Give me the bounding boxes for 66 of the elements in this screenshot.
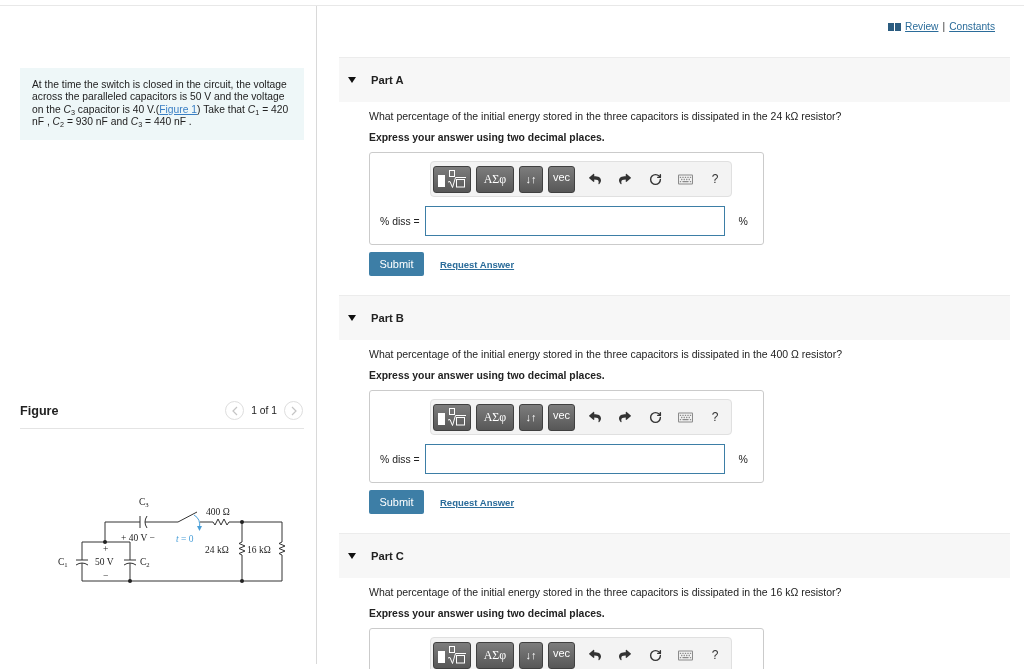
- problem-statement: At the time the switch is closed in the circuit, the voltage across the paralleled capacitors is 50 V and the voltage on the C$_{3}$ capacitor is 40 V.(Figure 1) Take that C$_{1}$ = 420 nF , C$_{2}$ = 930 nF and C$_{3}$ = 440 nF .: [20, 68, 304, 140]
- answer-instruction: Express your answer using two decimal places.: [369, 607, 606, 620]
- circuit-label: +: [103, 543, 109, 554]
- symbols-button[interactable]: ΑΣφ: [476, 403, 514, 431]
- reset-icon: [648, 172, 662, 186]
- template-icon: [437, 645, 467, 665]
- circuit-label: C$_{2}$: [140, 556, 150, 567]
- vector-button[interactable]: vec: [548, 403, 575, 431]
- request-answer-link[interactable]: Request Answer: [440, 496, 515, 508]
- help-button[interactable]: ?: [705, 644, 725, 666]
- circuit-label: t = 0: [176, 533, 194, 544]
- circuit-label: C$_{1}$: [58, 556, 68, 567]
- templates-button[interactable]: [433, 165, 471, 193]
- circuit-label: C$_{3}$: [139, 496, 149, 507]
- request-answer-link[interactable]: Request Answer: [440, 258, 515, 270]
- answer-field[interactable]: [424, 206, 725, 236]
- symbols-button[interactable]: ΑΣφ: [476, 641, 514, 669]
- review-link[interactable]: Review: [888, 21, 939, 33]
- submit-button[interactable]: Submit: [369, 490, 424, 514]
- unit-label: %: [738, 453, 748, 465]
- answer-field[interactable]: [424, 444, 725, 474]
- link-separator: |: [942, 21, 946, 33]
- page-counter: 1 of 1: [251, 405, 277, 417]
- arrows-button[interactable]: ↓↑: [519, 165, 543, 193]
- constants-link[interactable]: Constants: [949, 21, 995, 33]
- answer-instruction: Express your answer using two decimal places.: [369, 131, 606, 144]
- question-text: What percentage of the initial energy stored in the three capacitors is dissipated in the 400 Ω resistor?: [369, 348, 844, 361]
- circuit-label: −: [103, 570, 109, 581]
- arrows-button[interactable]: ↓↑: [519, 403, 543, 431]
- figure-heading: Figure: [20, 403, 59, 418]
- template-icon: [437, 169, 467, 189]
- vector-button[interactable]: vec: [548, 641, 575, 669]
- reset-icon: [648, 648, 662, 662]
- help-button[interactable]: ?: [705, 406, 725, 428]
- circuit-label: 16 kΩ: [247, 544, 271, 555]
- answer-label: % diss =: [380, 453, 420, 465]
- templates-button[interactable]: [433, 403, 471, 431]
- undo-icon: [589, 649, 601, 661]
- circuit-label: 24 kΩ: [205, 544, 229, 555]
- templates-button[interactable]: [433, 641, 471, 669]
- unit-label: %: [738, 215, 748, 227]
- symbols-button[interactable]: ΑΣφ: [476, 165, 514, 193]
- circuit-label: + 40 V −: [121, 532, 155, 543]
- submit-button[interactable]: Submit: [369, 252, 424, 276]
- reset-icon: [648, 410, 662, 424]
- redo-icon: [619, 173, 631, 185]
- answer-label: % diss =: [380, 215, 420, 227]
- undo-icon: [589, 411, 601, 423]
- part-toggle[interactable]: Part B: [339, 295, 1010, 340]
- template-icon: [437, 407, 467, 427]
- question-text: What percentage of the initial energy stored in the three capacitors is dissipated in the 16 kΩ resistor?: [369, 586, 843, 599]
- undo-icon: [589, 173, 601, 185]
- arrows-button[interactable]: ↓↑: [519, 641, 543, 669]
- help-button[interactable]: ?: [705, 168, 725, 190]
- part-toggle[interactable]: Part C: [339, 533, 1010, 578]
- redo-icon: [619, 649, 631, 661]
- answer-instruction: Express your answer using two decimal places.: [369, 369, 606, 382]
- chevron-right-icon: [290, 405, 297, 416]
- vector-button[interactable]: vec: [548, 165, 575, 193]
- book-icon: [888, 23, 902, 31]
- question-text: What percentage of the initial energy stored in the three capacitors is dissipated in the 24 kΩ resistor?: [369, 110, 843, 123]
- chevron-left-icon: [231, 405, 238, 416]
- part-toggle[interactable]: Part A: [339, 57, 1010, 102]
- redo-icon: [619, 411, 631, 423]
- circuit-label: 400 Ω: [206, 506, 230, 517]
- circuit-label: 50 V: [95, 556, 114, 567]
